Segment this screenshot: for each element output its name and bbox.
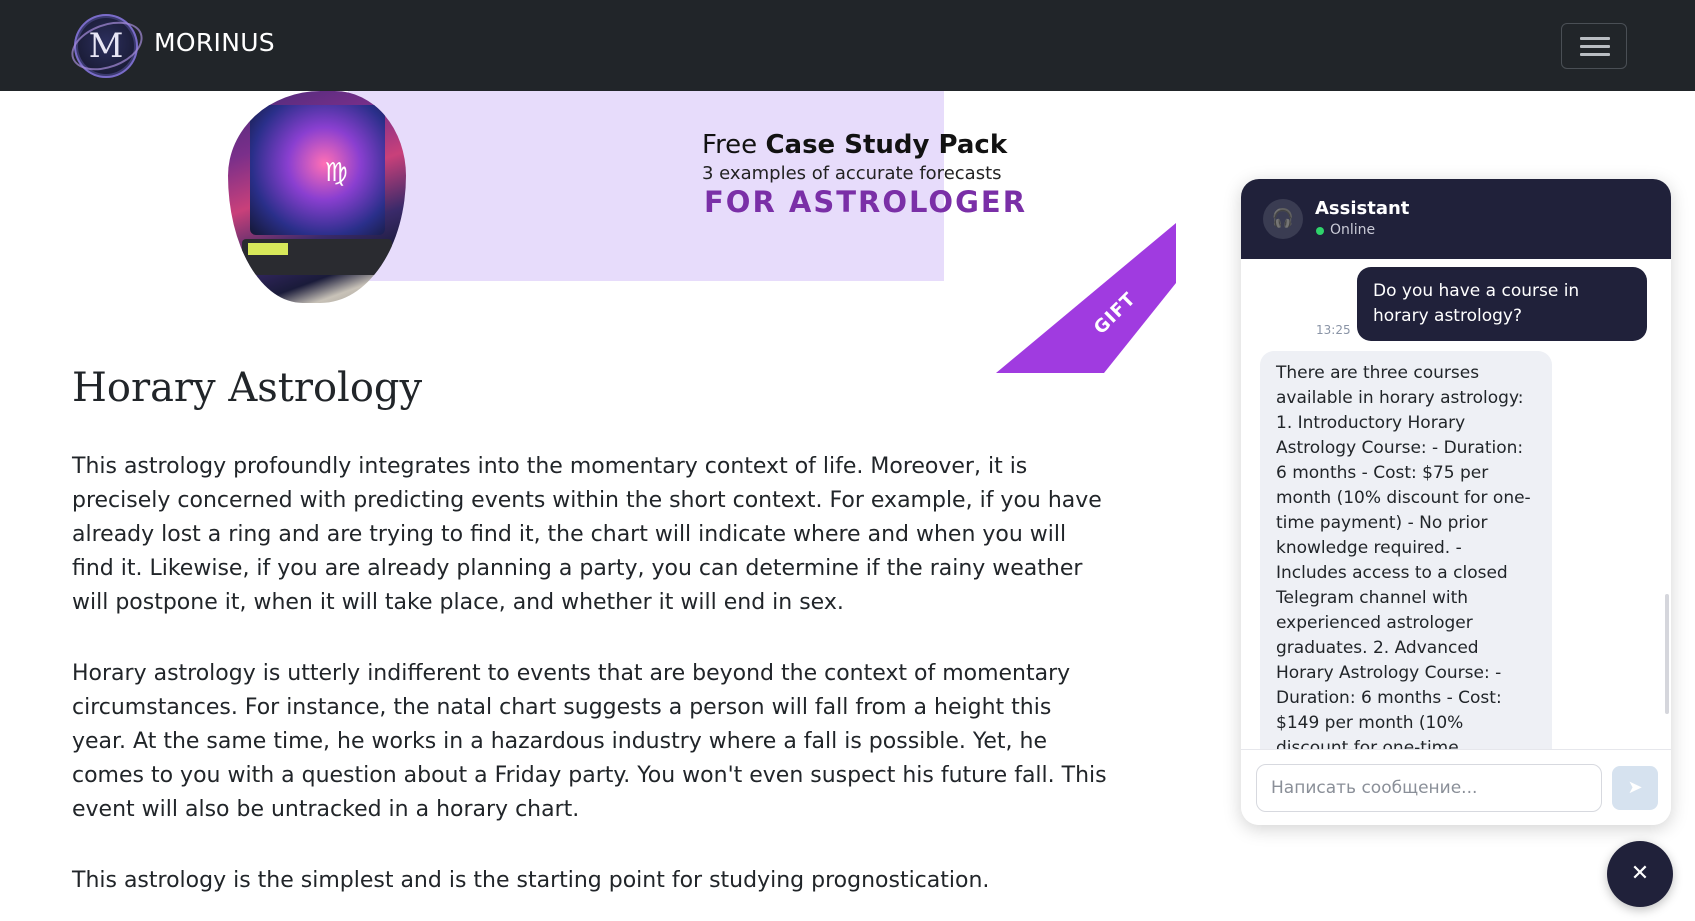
navbar: M MORINUS <box>0 0 1695 91</box>
laptop-image: ♍ <box>228 91 406 303</box>
message-timestamp: 13:25 <box>1316 323 1351 337</box>
chat-widget: 🎧 Assistant Online Do you have a course … <box>1241 179 1671 825</box>
zodiac-glyph: ♍ <box>324 158 348 188</box>
hamburger-icon-line <box>1580 45 1610 48</box>
banner-subtitle: 3 examples of accurate forecasts <box>702 163 1002 184</box>
close-icon: ✕ <box>1630 861 1650 886</box>
assistant-message: There are three courses available in hor… <box>1260 351 1552 749</box>
chat-scrollbar[interactable] <box>1665 594 1669 714</box>
close-chat-button[interactable]: ✕ <box>1607 841 1673 907</box>
article-paragraph: This astrology is the simplest and is th… <box>72 868 990 893</box>
hamburger-menu-button[interactable] <box>1561 23 1627 69</box>
online-status-dot <box>1316 227 1324 235</box>
brand-name[interactable]: MORINUS <box>154 28 275 57</box>
chat-messages[interactable]: Do you have a course in horary astrology… <box>1241 259 1671 749</box>
headset-icon: 🎧 <box>1263 199 1303 239</box>
logo-letter: M <box>88 26 124 66</box>
article-paragraph: Horary astrology is utterly indifferent … <box>72 661 1107 822</box>
banner-audience: FOR ASTROLOGER <box>704 185 1028 219</box>
laptop-screen: ♍ <box>250 105 385 235</box>
assistant-name: Assistant <box>1315 198 1410 219</box>
banner-title-prefix: Free <box>702 130 766 160</box>
page-title: Horary Astrology <box>72 365 423 411</box>
chat-footer: ➤ <box>1241 749 1671 825</box>
banner-title: Free Case Study Pack <box>702 130 1007 160</box>
user-message: Do you have a course in horary astrology… <box>1357 267 1647 341</box>
send-icon: ➤ <box>1627 777 1643 798</box>
sticker <box>248 243 288 255</box>
article-paragraph: This astrology profoundly integrates int… <box>72 454 1102 615</box>
hamburger-icon <box>1580 37 1610 40</box>
message-input[interactable] <box>1256 764 1602 812</box>
banner-title-bold: Case Study Pack <box>765 130 1008 160</box>
morinus-logo[interactable]: M <box>64 12 150 80</box>
online-status-text: Online <box>1330 222 1376 238</box>
promo-banner[interactable]: ♍ Free Case Study Pack 3 examples of acc… <box>228 91 1176 373</box>
send-button[interactable]: ➤ <box>1612 766 1658 810</box>
chat-header: 🎧 Assistant Online <box>1241 179 1671 259</box>
hamburger-icon-line <box>1580 53 1610 56</box>
gift-ribbon <box>996 223 1176 373</box>
